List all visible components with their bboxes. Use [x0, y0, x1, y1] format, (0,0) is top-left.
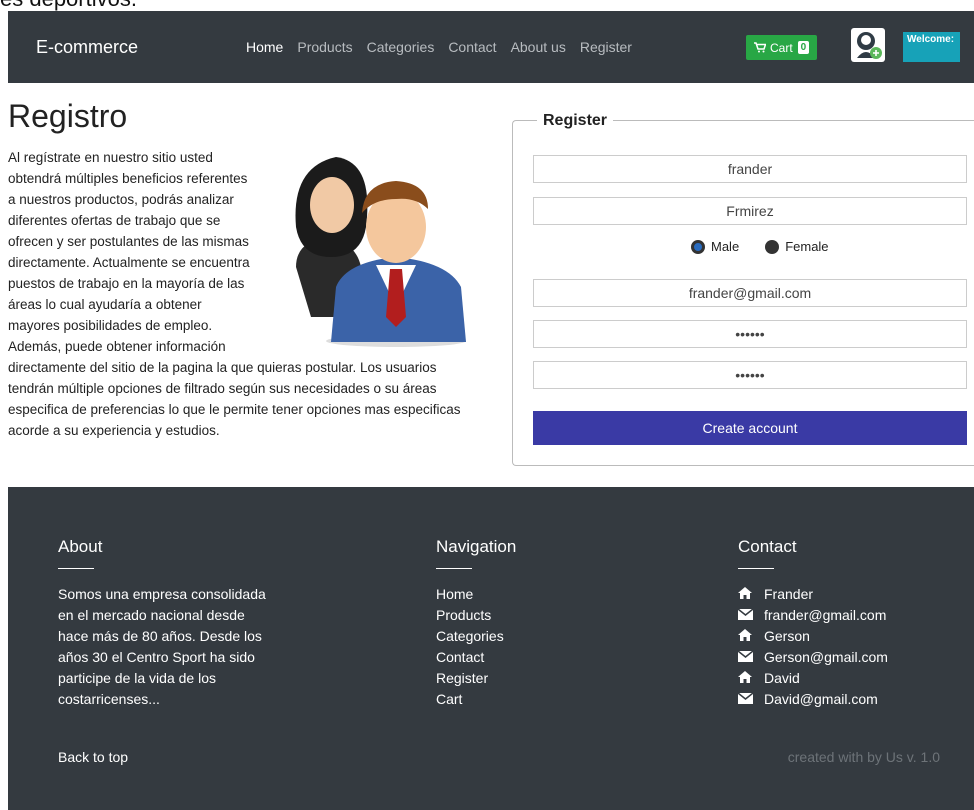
register-description: Al regístrate en nuestro sitio usted obt… [8, 147, 478, 441]
footer-about-text: Somos una empresa consolidada en el merc… [58, 586, 266, 707]
footer-link-categories[interactable]: Categories [436, 626, 516, 647]
create-account-button[interactable]: Create account [533, 411, 967, 445]
contact-item: Gerson [738, 626, 888, 647]
home-icon [738, 668, 764, 689]
gender-female-radio[interactable] [765, 239, 780, 254]
register-form-legend: Register [537, 112, 614, 130]
nav-link-about-us[interactable]: About us [511, 39, 566, 55]
footer-contact-title: Contact [738, 537, 797, 556]
footer-divider [58, 568, 94, 569]
footer-link-contact[interactable]: Contact [436, 647, 516, 668]
user-avatar-icon [857, 32, 882, 59]
footer-link-cart[interactable]: Cart [436, 689, 516, 710]
nav-link-products[interactable]: Products [297, 39, 352, 55]
footer-divider [436, 568, 472, 569]
gender-male-label: Male [711, 239, 740, 254]
contact-email[interactable]: Gerson@gmail.com [764, 647, 888, 668]
nav-links: Home Products Categories Contact About u… [246, 39, 646, 55]
nav-link-register[interactable]: Register [580, 39, 632, 55]
footer-divider [738, 568, 774, 569]
gender-female-label: Female [785, 239, 829, 254]
contact-item: David [738, 668, 888, 689]
user-avatar[interactable] [851, 28, 885, 62]
contact-name: Gerson [764, 628, 810, 644]
cart-label: Cart [770, 40, 793, 55]
gender-male-radio[interactable] [691, 239, 705, 254]
password-input[interactable]: •••••• [533, 320, 967, 348]
envelope-icon [737, 647, 764, 668]
footer-link-home[interactable]: Home [436, 584, 516, 605]
cart-button[interactable]: Cart 0 [746, 35, 818, 60]
nav-link-home[interactable]: Home [246, 39, 283, 55]
footer-navigation: Navigation Home Products Categories Cont… [436, 537, 516, 710]
envelope-icon [737, 605, 764, 626]
footer-contact: Contact Frander frander@gmail.com Gerson… [737, 537, 888, 710]
confirm-password-input[interactable]: •••••• [533, 361, 967, 389]
contact-email[interactable]: frander@gmail.com [764, 605, 886, 626]
email-input[interactable]: frander@gmail.com [533, 279, 967, 307]
contact-name: David [764, 670, 800, 686]
brand-logo[interactable]: E-commerce [36, 37, 138, 58]
footer-link-register[interactable]: Register [436, 668, 516, 689]
gender-radio-group: Male Female [691, 239, 829, 254]
home-icon [738, 626, 764, 647]
last-name-input[interactable]: Frmirez [533, 197, 967, 225]
footer-link-products[interactable]: Products [436, 605, 516, 626]
contact-name: Frander [764, 586, 814, 602]
home-icon [738, 584, 764, 605]
envelope-icon [737, 689, 764, 710]
footer-credit: created with by Us v. 1.0 [787, 749, 940, 765]
page-title: Registro [8, 98, 128, 134]
contact-email[interactable]: David@gmail.com [764, 689, 878, 710]
welcome-badge[interactable]: Welcome: [903, 32, 960, 62]
top-navbar: E-commerce Home Products Categories Cont… [8, 11, 974, 83]
business-people-illustration [295, 157, 466, 347]
site-footer: About Somos una empresa consolidada en e… [8, 487, 974, 810]
footer-navigation-title: Navigation [436, 537, 517, 556]
register-form: Register frander Frmirez Male Female fra… [512, 112, 974, 466]
contact-item: Frander [738, 584, 888, 605]
footer-about-title: About [58, 537, 103, 556]
back-to-top-link[interactable]: Back to top [58, 749, 128, 765]
nav-link-contact[interactable]: Contact [448, 39, 496, 55]
cart-count-badge: 0 [797, 41, 810, 54]
cart-icon [754, 42, 766, 53]
contact-item: frander@gmail.com [737, 605, 888, 626]
nav-link-categories[interactable]: Categories [367, 39, 435, 55]
contact-item: David@gmail.com [737, 689, 888, 710]
contact-item: Gerson@gmail.com [737, 647, 888, 668]
footer-about: About Somos una empresa consolidada en e… [58, 537, 278, 710]
first-name-input[interactable]: frander [533, 155, 967, 183]
